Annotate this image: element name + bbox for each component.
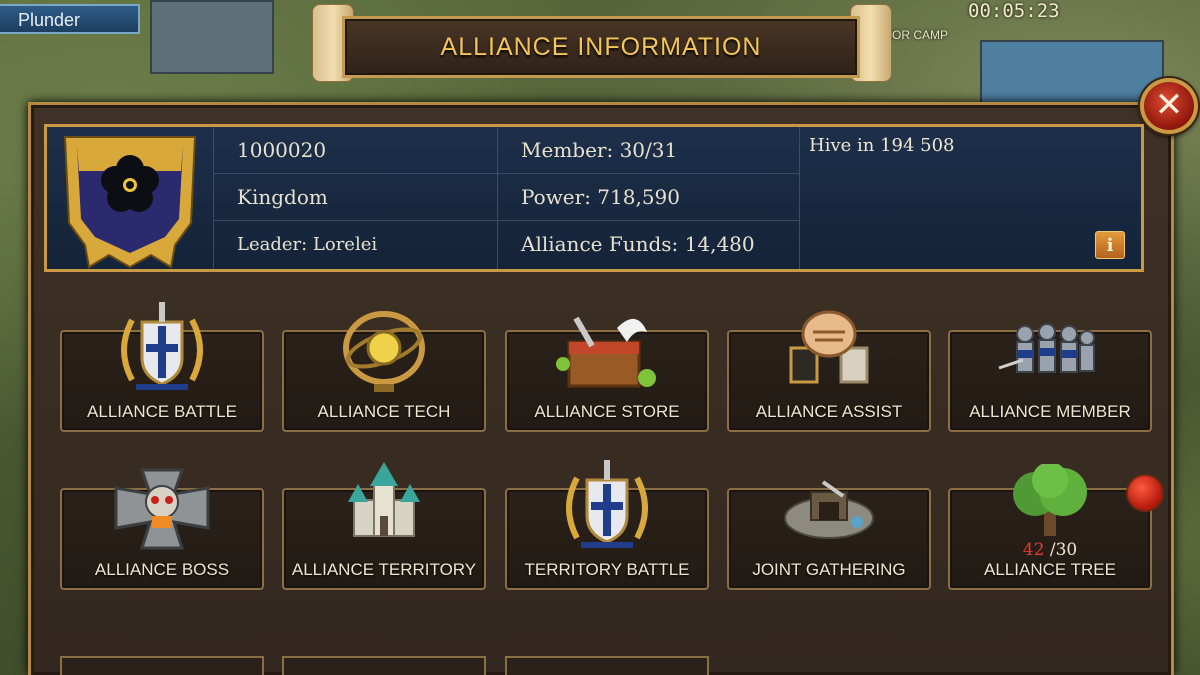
alliance-id: 1000020	[213, 127, 497, 174]
crest-shield-icon	[63, 136, 197, 269]
alliance-info-box: 1000020 Kingdom Leader: Lorelei Member: …	[44, 124, 1144, 272]
alliance-notice: Hive in 194 508	[809, 135, 955, 156]
tile-label: TERRITORY BATTLE	[524, 560, 690, 579]
tile-label: ALLIANCE TECH	[317, 402, 451, 421]
notification-dot	[1126, 474, 1164, 512]
alliance-territory-button[interactable]: ALLIANCE TERRITORY	[282, 462, 486, 590]
tile-label: ALLIANCE ASSIST	[755, 402, 903, 421]
alliance-boss-button[interactable]: ALLIANCE BOSS	[60, 468, 264, 590]
alliance-funds: Alliance Funds: 14,480	[521, 232, 755, 256]
tile-partial[interactable]	[60, 656, 264, 675]
alliance-members: Member: 30/31	[497, 127, 799, 174]
tile-label: JOINT GATHERING	[752, 560, 906, 579]
dialog-title: ALLIANCE INFORMATION	[440, 33, 762, 61]
castle-icon	[348, 462, 420, 537]
tree-icon	[1013, 464, 1087, 536]
alliance-info-column-2: Member: 30/31 Power: 718,590 Alliance Fu…	[497, 127, 800, 269]
mine-icon	[784, 480, 874, 539]
alliance-tech-button[interactable]: ALLIANCE TECH	[282, 311, 486, 432]
info-button[interactable]: i	[1095, 231, 1125, 259]
alliance-assist-button[interactable]: ALLIANCE ASSIST	[727, 310, 931, 432]
handshake-icon	[789, 310, 869, 384]
dialog-title-banner: ALLIANCE INFORMATION	[312, 0, 892, 84]
building-roof	[150, 0, 274, 74]
plunder-tab[interactable]: Plunder	[0, 4, 140, 34]
tile-label: ALLIANCE STORE	[534, 402, 680, 421]
alliance-crest	[47, 127, 214, 269]
tile-partial[interactable]	[282, 656, 486, 675]
tile-label: ALLIANCE BOSS	[94, 560, 230, 579]
alliance-store-button[interactable]: ALLIANCE STORE	[505, 316, 709, 432]
soldiers-icon	[998, 323, 1095, 373]
tile-label: ALLIANCE TERRITORY	[291, 560, 477, 579]
territory-battle-button[interactable]: TERRITORY BATTLE	[505, 460, 709, 590]
countdown-timer: 00:05:23	[968, 0, 1060, 22]
treasure-chest-icon	[556, 316, 656, 388]
building-roof	[980, 40, 1164, 104]
close-button[interactable]: ✕	[1140, 78, 1198, 134]
title-plate: ALLIANCE INFORMATION	[342, 16, 860, 78]
close-icon: ✕	[1154, 85, 1184, 125]
armillary-sphere-icon	[343, 311, 425, 392]
skull-cross-icon	[114, 468, 210, 550]
shield-laurel-icon	[121, 302, 203, 390]
alliance-name: Kingdom	[213, 174, 497, 221]
joint-gathering-button[interactable]: JOINT GATHERING	[727, 480, 931, 590]
alliance-member-button[interactable]: ALLIANCE MEMBER	[948, 323, 1152, 432]
tree-count: 42 /30	[950, 540, 1150, 560]
tree-count-current: 42	[1022, 540, 1045, 560]
alliance-tree-button[interactable]: 42 /30 ALLIANCE TREE	[948, 464, 1152, 590]
alliance-power: Power: 718,590	[497, 174, 799, 221]
shield-laurel-icon	[566, 460, 648, 548]
alliance-info-column-1: 1000020 Kingdom Leader: Lorelei	[213, 127, 498, 269]
tile-label: ALLIANCE BATTLE	[87, 402, 237, 421]
tile-partial[interactable]	[505, 656, 709, 675]
alliance-leader: Leader: Lorelei	[237, 234, 378, 255]
alliance-battle-button[interactable]: ALLIANCE BATTLE	[60, 302, 264, 432]
tile-label: ALLIANCE MEMBER	[969, 402, 1131, 421]
tile-label: ALLIANCE TREE	[984, 560, 1116, 579]
tree-count-max: /30	[1049, 540, 1078, 560]
